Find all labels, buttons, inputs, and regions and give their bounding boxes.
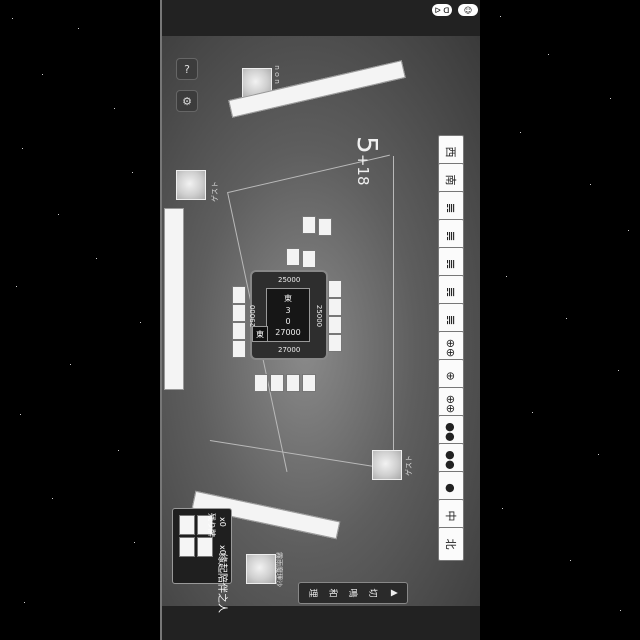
discard-tile <box>318 218 332 236</box>
action-button[interactable]: 和 <box>327 586 341 600</box>
action-button[interactable]: 鳴 <box>347 586 361 600</box>
discard-tile <box>232 286 246 304</box>
discard-tile <box>232 304 246 322</box>
right-player-name: ゲスト <box>405 455 413 476</box>
dora-tile <box>179 515 195 535</box>
status-bar: ᐅ ᗡ ☺ <box>432 0 480 18</box>
turn-timer: 5+18 <box>351 136 384 185</box>
left-opponent-tile-wall <box>164 208 184 390</box>
dora-panel: x0 x0 残り牌 缘起陪伴之人 <box>172 508 232 613</box>
bottom-player-name: 霧雨魔理沙 <box>275 552 283 587</box>
help-button[interactable]: ? <box>176 58 198 80</box>
discard-tile <box>328 298 342 316</box>
action-button[interactable]: 理 <box>307 586 321 600</box>
dora-line: 缘起陪伴之人 <box>216 553 227 613</box>
round-wind: 東 <box>284 294 292 303</box>
riichi-count: 0 <box>285 317 291 326</box>
score-south: 27000 <box>278 346 301 354</box>
status-indicator: ᐅ ᗡ <box>432 4 452 16</box>
status-indicator-icon: ☺ <box>458 4 478 16</box>
table-line <box>209 440 398 471</box>
dealer-wind-marker: 東 <box>252 326 268 342</box>
dora-tile <box>197 537 213 557</box>
score-west: 29000 <box>249 304 258 328</box>
left-player-avatar <box>176 170 206 200</box>
discard-tile <box>286 248 300 266</box>
discard-tile <box>302 216 316 234</box>
bottom-player-avatar <box>246 554 276 584</box>
discard-tile <box>254 374 268 392</box>
remaining-points: 27000 <box>275 328 301 337</box>
table-line <box>393 156 394 476</box>
discard-tile <box>286 374 300 392</box>
timer-main: 5 <box>351 136 384 154</box>
discard-tile <box>232 322 246 340</box>
score-east: 25000 <box>315 304 324 328</box>
round-info-panel: 東 3 0 27000 <box>266 288 310 342</box>
left-player-name: ゲスト <box>211 181 219 202</box>
discard-tile <box>328 316 342 334</box>
discard-tile <box>328 280 342 298</box>
hand-tile[interactable]: 北 <box>438 527 464 561</box>
discard-tile <box>270 374 284 392</box>
dora-count-1: x0 <box>218 517 227 527</box>
honba-count: 3 <box>285 306 291 315</box>
discard-tile <box>302 250 316 268</box>
discard-tile <box>328 334 342 352</box>
settings-gear-icon[interactable]: ⚙ <box>176 90 198 112</box>
timer-extra: +18 <box>354 153 372 186</box>
action-bar: 理 和 鳴 切 ▲ <box>298 582 408 604</box>
game-screen: ᐅ ᗡ ☺ ⊕ ▂▄▆ ? ⚙ ｎｏｎ ゲスト ゲスト 5+18 25000 2… <box>162 0 480 640</box>
action-arrow-icon[interactable]: ▲ <box>387 586 401 600</box>
right-player-avatar <box>372 450 402 480</box>
dora-label: 残り牌 <box>207 513 216 537</box>
action-button[interactable]: 切 <box>367 586 381 600</box>
top-player-name: ｎｏｎ <box>273 64 281 85</box>
mahjong-table: ? ⚙ ｎｏｎ ゲスト ゲスト 5+18 25000 27000 29000 2… <box>162 36 480 613</box>
dora-tile <box>179 537 195 557</box>
discard-tile <box>232 340 246 358</box>
discard-tile <box>302 374 316 392</box>
score-north: 25000 <box>278 276 301 284</box>
